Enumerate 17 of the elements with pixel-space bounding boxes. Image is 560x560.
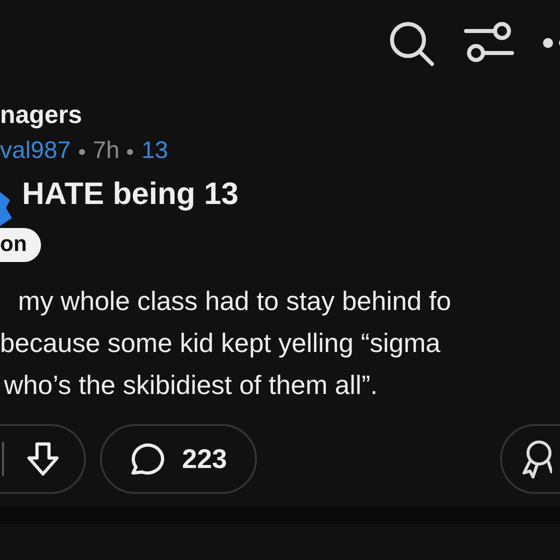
comment-icon (130, 442, 166, 476)
post-tag: 13 (141, 136, 168, 166)
award-button[interactable] (500, 424, 560, 494)
author-name[interactable]: val987 (0, 136, 71, 166)
comments-button[interactable]: 223 (100, 424, 258, 494)
separator-dot (127, 149, 134, 155)
post-age: 7h (92, 136, 120, 166)
downvote-icon[interactable] (26, 441, 60, 477)
body-text: who’s the skibidiest of them all”. (3, 369, 379, 402)
filter-icon[interactable] (464, 21, 514, 65)
body-text: because some kid kept yelling “sigma (0, 327, 442, 360)
separator-dot (78, 149, 85, 155)
award-ribbon-icon (522, 439, 552, 479)
community-name[interactable]: nagers (0, 100, 560, 130)
body-text: my whole class had to stay behind fo (17, 285, 452, 318)
post-flair[interactable]: on (0, 228, 41, 262)
post-title: HATE being 13 (22, 175, 238, 213)
